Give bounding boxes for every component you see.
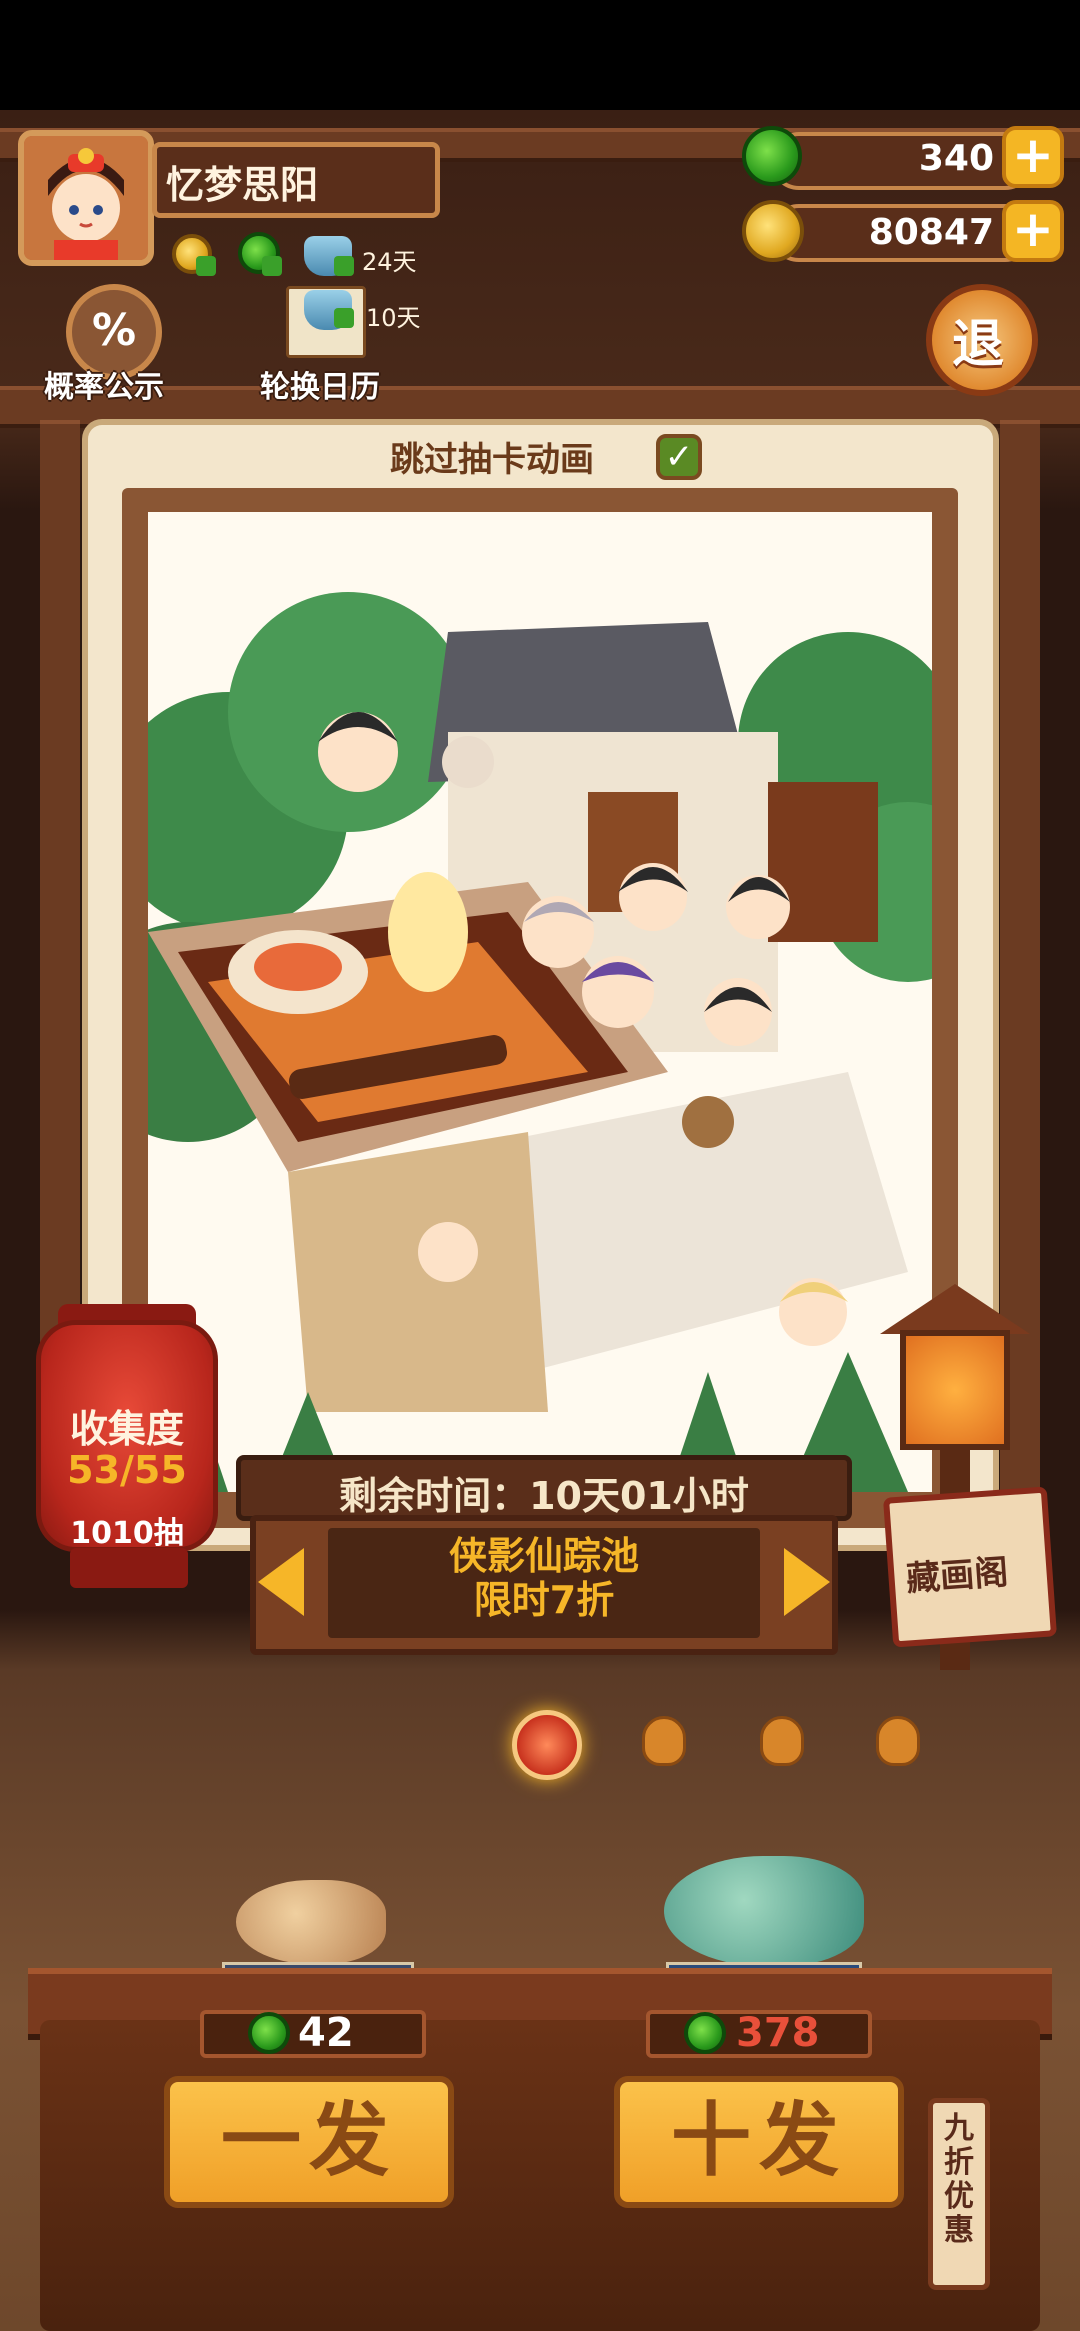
coin-amount: 80847 — [868, 212, 994, 253]
pool-artwork — [148, 512, 932, 1492]
up-arrow-icon — [196, 256, 216, 276]
previous-pool-arrow-icon[interactable] — [258, 1548, 304, 1616]
shrine-light — [900, 1330, 1010, 1450]
single-draw-button[interactable]: 一发 — [164, 2076, 454, 2208]
up-arrow-icon — [334, 308, 354, 328]
jade-icon — [684, 2012, 726, 2054]
rotation-calendar-label[interactable]: 轮换日历 — [260, 362, 380, 406]
pool-name: 侠影仙踪池 — [448, 1534, 639, 1578]
next-pool-arrow-icon[interactable] — [784, 1548, 830, 1616]
buff-duration: 10天 — [366, 304, 421, 332]
collection-hall-label[interactable]: 藏画阁 — [904, 1545, 1010, 1601]
page-indicator[interactable] — [760, 1716, 804, 1766]
up-arrow-icon — [334, 256, 354, 276]
jade-icon — [742, 126, 802, 186]
pool-sale: 限时7折 — [473, 1578, 615, 1622]
skip-animation-checkbox[interactable]: ✓ — [656, 434, 702, 480]
lantern-base — [70, 1548, 188, 1588]
buff-duration: 24天 — [362, 248, 417, 276]
status-bar — [0, 0, 1080, 110]
page-indicator[interactable] — [642, 1716, 686, 1766]
ten-draw-cost: 378 — [736, 2010, 820, 2056]
single-draw-fish — [236, 1880, 386, 1964]
up-arrow-icon — [262, 256, 282, 276]
total-draws: 1010抽 — [70, 1516, 184, 1551]
discount-label: 九折优惠 — [944, 2111, 974, 2248]
add-jade-button[interactable]: + — [1002, 126, 1064, 188]
remaining-time: 剩余时间：10天01小时 — [339, 1474, 749, 1518]
ten-draw-button[interactable]: 十发 — [614, 2076, 904, 2208]
page-indicator[interactable] — [876, 1716, 920, 1766]
page-indicator-active[interactable] — [512, 1710, 582, 1780]
skip-animation-label[interactable]: 跳过抽卡动画 — [390, 432, 594, 481]
collection-progress: 53/55 — [67, 1448, 187, 1492]
add-coins-button[interactable]: + — [1002, 200, 1064, 262]
player-name: 忆梦思阳 — [166, 163, 319, 207]
player-avatar[interactable] — [18, 130, 154, 266]
collection-title: 收集度 — [69, 1407, 184, 1451]
probability-button-label[interactable]: 概率公示 — [44, 362, 164, 406]
jade-amount: 340 — [918, 138, 994, 179]
gold-coin-icon — [742, 200, 804, 262]
exit-label[interactable]: 退 — [952, 302, 1004, 377]
single-draw-cost: 42 — [298, 2010, 354, 2056]
jade-icon — [248, 2012, 290, 2054]
ten-draw-fish — [664, 1856, 864, 1966]
